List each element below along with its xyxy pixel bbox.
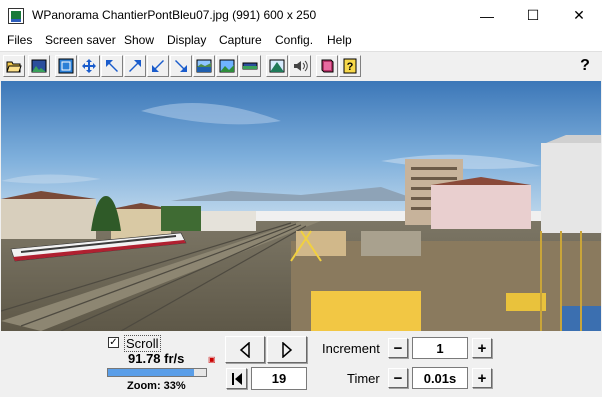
scroll-checkbox[interactable]: ✓ bbox=[108, 337, 119, 348]
skip-first-icon bbox=[231, 372, 242, 385]
triangle-right-icon bbox=[282, 341, 293, 358]
increment-plus-button[interactable]: + bbox=[472, 338, 492, 358]
arrow-left-down-button[interactable] bbox=[147, 55, 169, 77]
menu-capture[interactable]: Capture bbox=[219, 33, 262, 47]
record-icon: ▣ bbox=[208, 355, 216, 364]
speed-progress-bar bbox=[107, 368, 207, 377]
lake-icon bbox=[196, 59, 212, 73]
lake-button[interactable] bbox=[193, 55, 215, 77]
timer-minus-button[interactable]: − bbox=[388, 368, 408, 388]
menu-show[interactable]: Show bbox=[124, 33, 154, 47]
increment-value: 1 bbox=[436, 340, 444, 356]
increment-minus-button[interactable]: − bbox=[388, 338, 408, 358]
close-button[interactable]: ✕ bbox=[556, 0, 602, 31]
arrow-right-up-button[interactable] bbox=[124, 55, 146, 77]
triangle-left-icon bbox=[239, 341, 250, 358]
panorama-strip-icon bbox=[242, 62, 258, 70]
minus-icon: − bbox=[393, 369, 403, 387]
help-question-icon: ? bbox=[580, 57, 590, 74]
svg-text:?: ? bbox=[347, 61, 354, 73]
book-icon bbox=[321, 59, 334, 73]
fps-readout: 91.78 fr/s bbox=[128, 351, 185, 366]
arrow-right-up-icon bbox=[129, 60, 141, 72]
help-button[interactable]: ? bbox=[574, 55, 596, 77]
fit-icon bbox=[58, 58, 74, 74]
plus-icon: + bbox=[477, 339, 487, 357]
check-icon: ✓ bbox=[109, 337, 118, 348]
menu-files[interactable]: Files bbox=[7, 33, 32, 47]
landscape-button[interactable] bbox=[216, 55, 238, 77]
arrow-right-down-icon bbox=[175, 60, 187, 72]
scroll-right-button[interactable] bbox=[267, 336, 307, 363]
panorama-view[interactable] bbox=[1, 81, 601, 331]
timer-plus-button[interactable]: + bbox=[472, 368, 492, 388]
minimize-button[interactable]: — bbox=[464, 0, 510, 31]
arrow-right-down-button[interactable] bbox=[170, 55, 192, 77]
increment-label: Increment bbox=[322, 341, 380, 356]
open-file-button[interactable] bbox=[3, 55, 25, 77]
app-icon[interactable] bbox=[8, 8, 24, 24]
menu-display[interactable]: Display bbox=[167, 33, 206, 47]
timer-label: Timer bbox=[347, 371, 380, 386]
menu-config[interactable]: Config. bbox=[275, 33, 313, 47]
menu-screen-saver[interactable]: Screen saver bbox=[45, 33, 116, 47]
open-file-icon bbox=[6, 61, 22, 73]
toolbar: ? ? bbox=[0, 52, 602, 80]
mountain-icon bbox=[269, 59, 285, 73]
panorama-strip-button[interactable] bbox=[239, 55, 261, 77]
help-book-button[interactable]: ? bbox=[339, 55, 361, 77]
frame-field[interactable]: 19 bbox=[251, 367, 307, 390]
increment-field[interactable]: 1 bbox=[412, 337, 468, 359]
scroll-left-button[interactable] bbox=[225, 336, 265, 363]
title-bar: WPanorama ChantierPontBleu07.jpg (991) 6… bbox=[0, 0, 602, 31]
panorama-image bbox=[1, 81, 601, 331]
mountain-button[interactable] bbox=[266, 55, 288, 77]
picture-button[interactable] bbox=[28, 55, 50, 77]
progress-fill bbox=[108, 369, 195, 376]
menu-help[interactable]: Help bbox=[327, 33, 352, 47]
menu-bar: Files Screen saver Show Display Capture … bbox=[0, 31, 602, 52]
fit-button[interactable] bbox=[55, 55, 77, 77]
landscape-icon bbox=[219, 59, 235, 73]
maximize-icon: ☐ bbox=[526, 7, 540, 23]
zoom-readout: Zoom: 33% bbox=[127, 380, 186, 392]
picture-icon bbox=[31, 59, 47, 73]
timer-field[interactable]: 0.01s bbox=[412, 367, 468, 389]
timer-value: 0.01s bbox=[423, 370, 457, 386]
scroll-label[interactable]: Scroll bbox=[124, 335, 161, 352]
frame-value: 19 bbox=[271, 371, 287, 386]
plus-icon: + bbox=[477, 369, 487, 387]
minimize-icon: — bbox=[480, 7, 494, 24]
move-icon bbox=[82, 59, 96, 73]
maximize-button[interactable]: ☐ bbox=[510, 0, 556, 31]
speaker-icon bbox=[294, 60, 308, 72]
arrow-left-down-icon bbox=[152, 60, 164, 72]
window-title: WPanorama ChantierPontBleu07.jpg (991) 6… bbox=[32, 8, 317, 22]
book-button[interactable] bbox=[316, 55, 338, 77]
first-frame-button[interactable] bbox=[226, 368, 247, 389]
arrow-left-up-button[interactable] bbox=[101, 55, 123, 77]
close-icon: ✕ bbox=[573, 7, 585, 23]
arrow-left-up-icon bbox=[106, 60, 118, 72]
move-button[interactable] bbox=[78, 55, 100, 77]
speaker-button[interactable] bbox=[289, 55, 311, 77]
minus-icon: − bbox=[393, 339, 403, 357]
help-book-icon: ? bbox=[343, 58, 357, 74]
